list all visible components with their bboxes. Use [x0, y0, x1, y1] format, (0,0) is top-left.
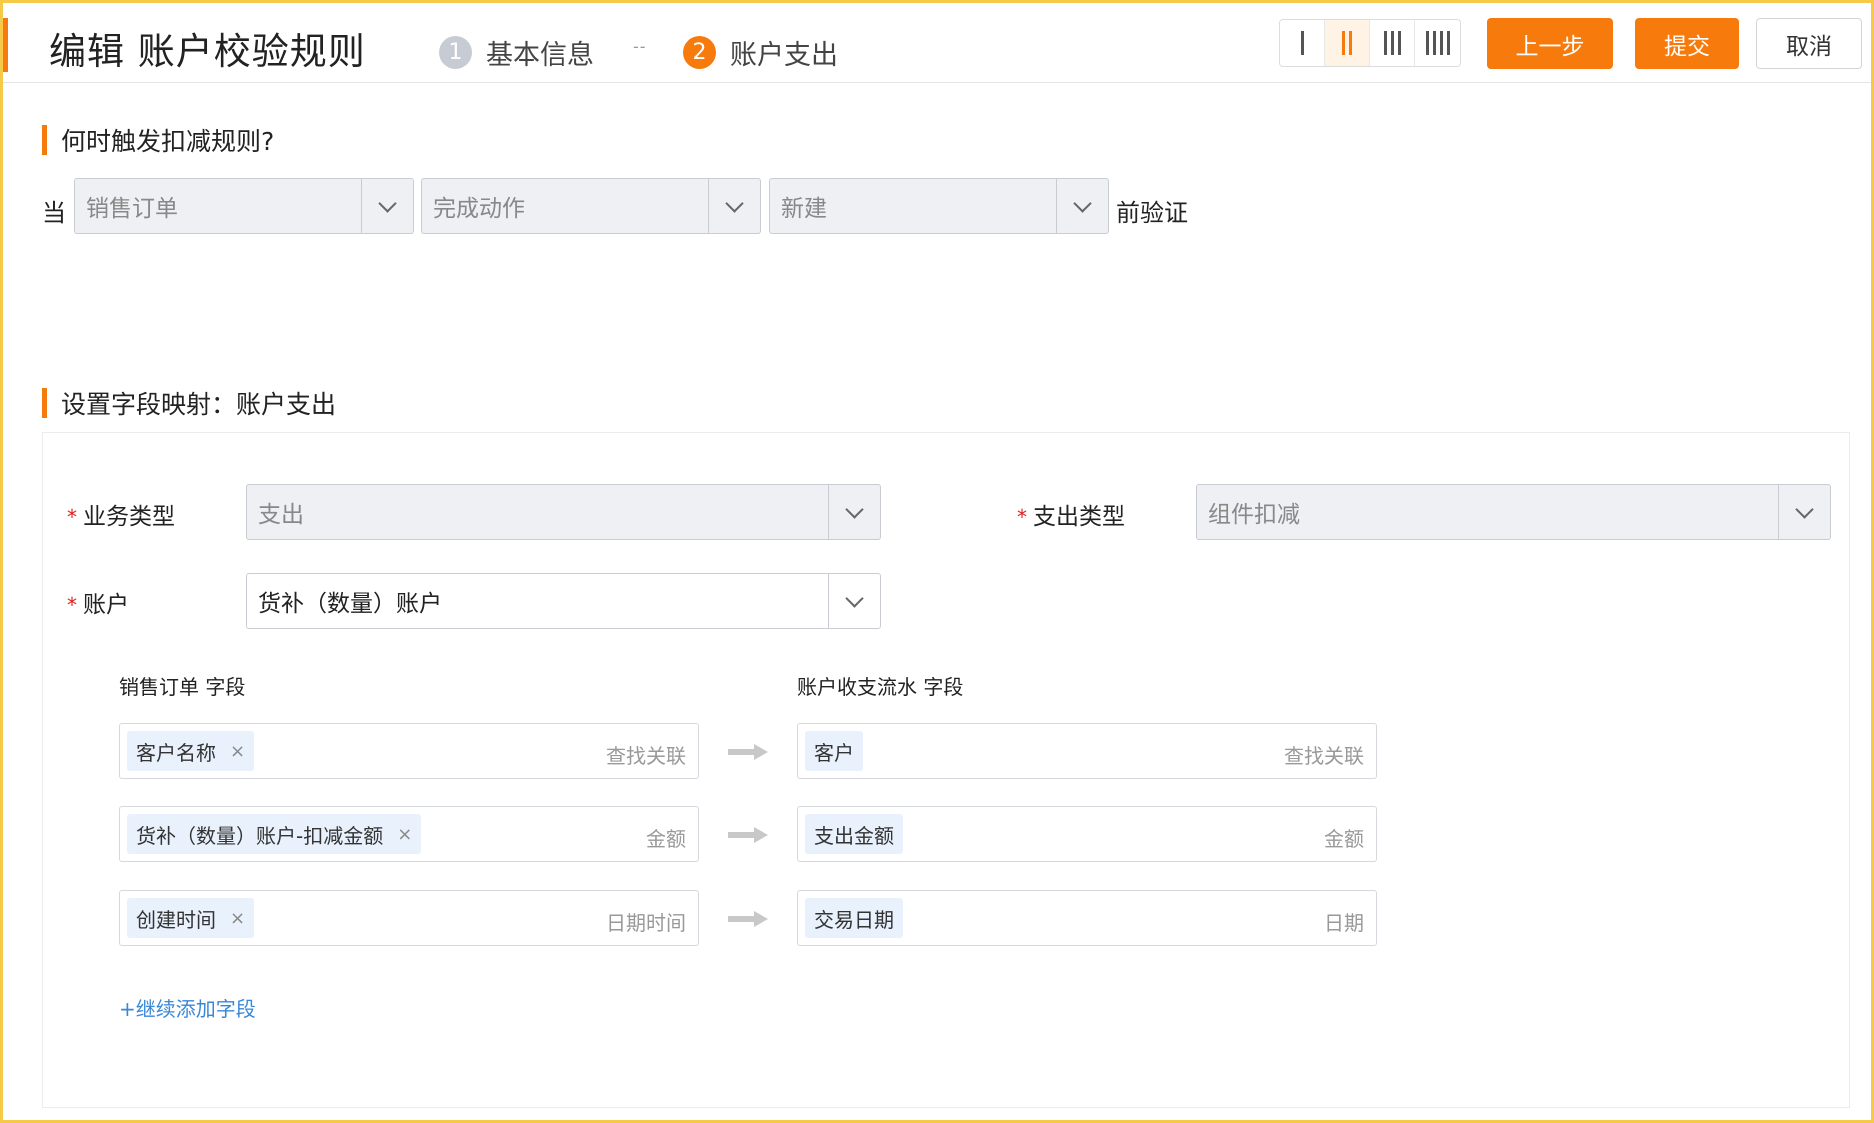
four-column-icon	[1425, 31, 1429, 55]
layout-4-col-button[interactable]	[1415, 20, 1460, 66]
chevron-down-icon	[828, 574, 880, 628]
target-tag-1: 客户	[805, 731, 863, 771]
source-tag-2: 货补（数量）账户-扣减金额 ×	[127, 814, 422, 854]
trigger-suffix: 前验证	[1116, 199, 1188, 227]
add-field-link[interactable]: +继续添加字段	[119, 993, 256, 1022]
trigger-section-title: 何时触发扣减规则?	[42, 122, 274, 158]
step-number-1: 1	[439, 36, 472, 69]
chevron-down-icon	[1778, 485, 1830, 539]
chevron-down-icon	[828, 485, 880, 539]
step-number-2: 2	[683, 36, 716, 69]
page-header: 编辑 账户校验规则 1 基本信息 -- 2 账户支出 上一步 提交 取消	[3, 3, 1871, 83]
remove-tag-icon[interactable]: ×	[397, 824, 412, 845]
step-account-expense[interactable]: 2 账户支出	[683, 33, 838, 72]
mapping-arrow-icon	[728, 827, 768, 843]
three-column-icon	[1383, 31, 1387, 55]
chevron-down-icon	[361, 179, 413, 233]
expense-type-select[interactable]: 组件扣减	[1196, 484, 1831, 540]
mapping-section-title: 设置字段映射：账户支出	[42, 385, 336, 421]
trigger-action-select[interactable]: 完成动作	[421, 178, 761, 234]
previous-step-button[interactable]: 上一步	[1487, 18, 1613, 69]
cancel-button[interactable]: 取消	[1756, 18, 1862, 69]
source-field-3[interactable]: 创建时间 × 日期时间	[119, 890, 699, 946]
business-type-label: * 业务类型	[67, 504, 175, 530]
submit-button[interactable]: 提交	[1635, 18, 1739, 69]
expense-type-value: 组件扣减	[1208, 502, 1300, 528]
column-layout-switcher	[1279, 19, 1461, 67]
account-value: 货补（数量）账户	[258, 591, 442, 617]
trigger-event-value: 新建	[781, 196, 827, 222]
header-accent-bar	[3, 18, 8, 72]
chevron-down-icon	[708, 179, 760, 233]
step-label-2: 账户支出	[730, 40, 838, 71]
target-field-type-1: 查找关联	[1284, 744, 1364, 768]
trigger-object-value: 销售订单	[86, 196, 178, 222]
source-field-type-3: 日期时间	[606, 911, 686, 935]
chevron-down-icon	[1056, 179, 1108, 233]
target-field-3[interactable]: 交易日期 日期	[797, 890, 1377, 946]
mapping-arrow-icon	[728, 744, 768, 760]
layout-1-col-button[interactable]	[1280, 20, 1325, 66]
source-field-1[interactable]: 客户名称 × 查找关联	[119, 723, 699, 779]
source-fields-header: 销售订单 字段	[119, 675, 246, 699]
account-select[interactable]: 货补（数量）账户	[246, 573, 881, 629]
target-tag-2: 支出金额	[805, 814, 903, 854]
trigger-object-select[interactable]: 销售订单	[74, 178, 414, 234]
target-field-type-3: 日期	[1324, 911, 1364, 935]
page-title: 编辑 账户校验规则	[49, 30, 366, 73]
one-column-icon	[1300, 31, 1304, 55]
required-marker: *	[67, 505, 77, 529]
layout-2-col-button[interactable]	[1325, 20, 1370, 66]
source-field-type-1: 查找关联	[606, 744, 686, 768]
source-tag-1: 客户名称 ×	[127, 731, 255, 771]
layout-3-col-button[interactable]	[1370, 20, 1415, 66]
step-label-1: 基本信息	[486, 40, 594, 71]
two-column-icon	[1342, 31, 1345, 55]
required-marker: *	[67, 593, 77, 617]
remove-tag-icon[interactable]: ×	[230, 741, 245, 762]
target-fields-header: 账户收支流水 字段	[797, 675, 964, 699]
target-field-2[interactable]: 支出金额 金额	[797, 806, 1377, 862]
remove-tag-icon[interactable]: ×	[230, 908, 245, 929]
source-field-type-2: 金额	[646, 827, 686, 851]
account-label: * 账户	[67, 592, 129, 618]
step-basic-info[interactable]: 1 基本信息	[439, 33, 594, 72]
target-tag-3: 交易日期	[805, 898, 903, 938]
target-field-type-2: 金额	[1324, 827, 1364, 851]
target-field-1[interactable]: 客户 查找关联	[797, 723, 1377, 779]
trigger-prefix: 当	[42, 199, 66, 227]
source-tag-3: 创建时间 ×	[127, 898, 255, 938]
source-field-2[interactable]: 货补（数量）账户-扣减金额 × 金额	[119, 806, 699, 862]
expense-type-label: * 支出类型	[1017, 504, 1125, 530]
business-type-value: 支出	[258, 502, 304, 528]
mapping-arrow-icon	[728, 911, 768, 927]
step-separator: --	[633, 37, 647, 56]
trigger-action-value: 完成动作	[433, 196, 525, 222]
required-marker: *	[1017, 505, 1027, 529]
business-type-select[interactable]: 支出	[246, 484, 881, 540]
trigger-event-select[interactable]: 新建	[769, 178, 1109, 234]
